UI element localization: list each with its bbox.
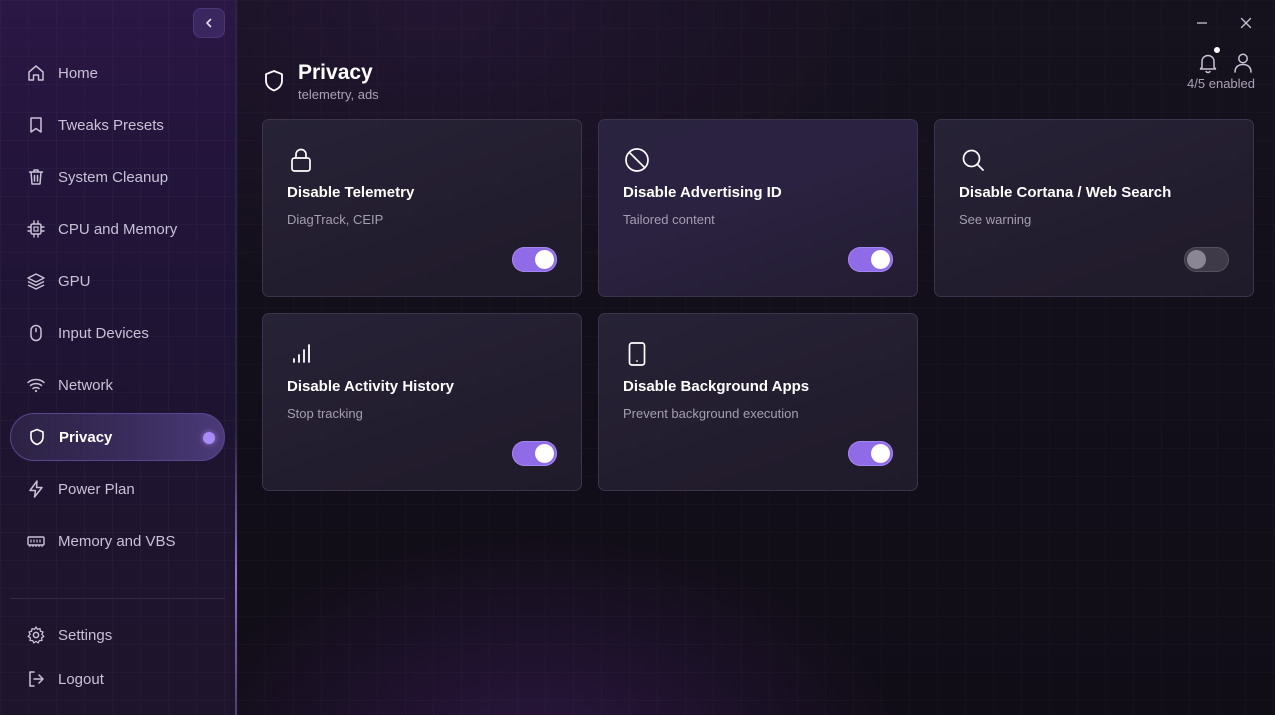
- collapse-sidebar-button[interactable]: [193, 8, 225, 38]
- shield-icon: [261, 68, 287, 94]
- sidebar-item-label: Home: [58, 64, 99, 82]
- page-title: Privacy: [298, 61, 373, 84]
- window-controls: [1187, 10, 1261, 36]
- sidebar-item-label: Memory and VBS: [58, 532, 176, 550]
- sidebar: Home Tweaks Presets System Cleanup CPU a…: [0, 0, 237, 715]
- tweak-card-disable-activity-history: Disable Activity History Stop tracking: [262, 313, 582, 491]
- shield-icon: [27, 427, 47, 447]
- sidebar-item-gpu[interactable]: GPU: [10, 257, 225, 305]
- toggle-knob: [535, 444, 554, 463]
- card-description: Stop tracking: [287, 406, 363, 421]
- page-header: Privacy telemetry, ads: [261, 60, 379, 102]
- mouse-icon: [26, 323, 46, 343]
- home-icon: [26, 63, 46, 83]
- close-button[interactable]: [1231, 10, 1261, 36]
- sidebar-item-logout[interactable]: Logout: [10, 657, 225, 701]
- toggle-knob: [535, 250, 554, 269]
- sidebar-item-label: CPU and Memory: [58, 220, 178, 238]
- sidebar-item-tweaks-presets[interactable]: Tweaks Presets: [10, 101, 225, 149]
- header-status-area: 4/5 enabled: [1183, 46, 1255, 91]
- sidebar-item-label: Settings: [58, 626, 113, 644]
- card-title: Disable Background Apps: [623, 378, 810, 395]
- sidebar-item-network[interactable]: Network: [10, 361, 225, 409]
- sidebar-item-label: System Cleanup: [58, 168, 169, 186]
- toggle-disable-background-apps[interactable]: [848, 441, 893, 466]
- memory-icon: [26, 531, 46, 551]
- toggle-disable-cortana-web-search[interactable]: [1184, 247, 1229, 272]
- sidebar-item-home[interactable]: Home: [10, 49, 225, 97]
- card-description: Tailored content: [623, 212, 715, 227]
- sidebar-item-label: Network: [58, 376, 114, 394]
- lightning-icon: [26, 479, 46, 499]
- tablet-icon: [623, 340, 651, 368]
- minimize-button[interactable]: [1187, 10, 1217, 36]
- sidebar-item-label: GPU: [58, 272, 91, 290]
- notification-badge: [1213, 46, 1221, 54]
- card-title: Disable Telemetry: [287, 184, 415, 201]
- user-profile-button[interactable]: [1231, 50, 1255, 76]
- sidebar-item-settings[interactable]: Settings: [10, 613, 225, 657]
- sidebar-item-label: Privacy: [59, 428, 113, 446]
- notifications-button[interactable]: [1195, 46, 1221, 76]
- cpu-icon: [26, 219, 46, 239]
- toggle-knob: [871, 444, 890, 463]
- app-window: Home Tweaks Presets System Cleanup CPU a…: [0, 0, 1275, 715]
- card-description: DiagTrack, CEIP: [287, 212, 384, 227]
- trash-icon: [26, 167, 46, 187]
- active-indicator-dot: [203, 432, 215, 444]
- tweak-card-disable-background-apps: Disable Background Apps Prevent backgrou…: [598, 313, 918, 491]
- sidebar-item-label: Input Devices: [58, 324, 149, 342]
- lock-icon: [287, 146, 315, 174]
- sidebar-item-system-cleanup[interactable]: System Cleanup: [10, 153, 225, 201]
- enabled-count: 4/5 enabled: [1187, 76, 1255, 91]
- sidebar-item-input-devices[interactable]: Input Devices: [10, 309, 225, 357]
- card-title: Disable Activity History: [287, 378, 454, 395]
- sidebar-item-privacy[interactable]: Privacy: [10, 413, 225, 461]
- tweak-card-disable-advertising-id: Disable Advertising ID Tailored content: [598, 119, 918, 297]
- sidebar-item-cpu-and-memory[interactable]: CPU and Memory: [10, 205, 225, 253]
- card-title: Disable Advertising ID: [623, 184, 782, 201]
- chevron-left-icon: [206, 18, 212, 28]
- sidebar-item-label: Tweaks Presets: [58, 116, 164, 134]
- toggle-knob: [871, 250, 890, 269]
- tweak-card-disable-cortana-web-search: Disable Cortana / Web Search See warning: [934, 119, 1254, 297]
- page-subtitle: telemetry, ads: [298, 87, 379, 102]
- toggle-disable-activity-history[interactable]: [512, 441, 557, 466]
- wifi-icon: [26, 375, 46, 395]
- toggle-knob: [1187, 250, 1206, 269]
- layers-icon: [26, 271, 46, 291]
- sidebar-divider: [10, 598, 225, 599]
- sidebar-bottom-nav: Settings Logout: [10, 613, 225, 701]
- bar-chart-icon: [287, 340, 315, 368]
- toggle-disable-telemetry[interactable]: [512, 247, 557, 272]
- sidebar-nav: Home Tweaks Presets System Cleanup CPU a…: [10, 49, 225, 569]
- bookmark-icon: [26, 115, 46, 135]
- search-icon: [959, 146, 987, 174]
- tweak-card-disable-telemetry: Disable Telemetry DiagTrack, CEIP: [262, 119, 582, 297]
- minimize-icon: [1197, 22, 1207, 24]
- sidebar-item-label: Logout: [58, 670, 104, 688]
- sidebar-item-label: Power Plan: [58, 480, 135, 498]
- user-icon: [1234, 53, 1252, 73]
- card-description: See warning: [959, 212, 1032, 227]
- card-title: Disable Cortana / Web Search: [959, 184, 1172, 201]
- sidebar-item-memory-and-vbs[interactable]: Memory and VBS: [10, 517, 225, 565]
- gear-icon: [26, 625, 46, 645]
- toggle-disable-advertising-id[interactable]: [848, 247, 893, 272]
- logout-icon: [26, 669, 46, 689]
- sidebar-item-power-plan[interactable]: Power Plan: [10, 465, 225, 513]
- block-icon: [623, 146, 651, 174]
- card-description: Prevent background execution: [623, 406, 799, 421]
- main-content: Privacy telemetry, ads 4/5 enabled Disab…: [237, 0, 1275, 715]
- close-icon: [1240, 17, 1252, 29]
